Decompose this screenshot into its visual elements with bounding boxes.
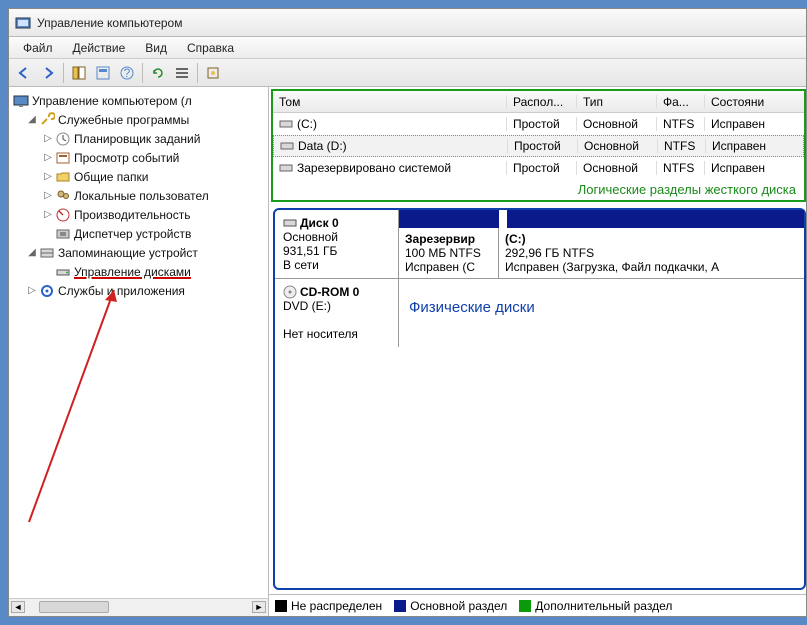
- collapse-icon[interactable]: ◢: [25, 114, 39, 125]
- swatch-primary: [394, 600, 406, 612]
- titlebar[interactable]: Управление компьютером: [9, 9, 806, 37]
- disk-icon: [283, 217, 297, 229]
- swatch-unallocated: [275, 600, 287, 612]
- toolbar: ?: [9, 59, 806, 87]
- list-view-button[interactable]: [171, 62, 193, 84]
- back-button[interactable]: [13, 62, 35, 84]
- tree-utilities[interactable]: ◢ Служебные программы: [11, 110, 268, 129]
- expand-icon[interactable]: ▷: [41, 209, 55, 220]
- menu-help[interactable]: Справка: [177, 39, 244, 57]
- disk0-row[interactable]: Диск 0 Основной 931,51 ГБ В сети Зарезер…: [275, 210, 804, 279]
- expand-icon[interactable]: ▷: [41, 133, 55, 144]
- col-fs[interactable]: Фа...: [657, 95, 705, 109]
- tree-scheduler[interactable]: ▷ Планировщик заданий: [11, 129, 268, 148]
- swatch-extended: [519, 600, 531, 612]
- disk0-partitions: Зарезервир 100 МБ NTFS Исправен (С (C:) …: [399, 210, 804, 278]
- toolbar-separator: [142, 63, 143, 83]
- properties-button[interactable]: [92, 62, 114, 84]
- storage-icon: [39, 245, 55, 261]
- tree-shared[interactable]: ▷ Общие папки: [11, 167, 268, 186]
- app-icon: [15, 15, 31, 31]
- computer-icon: [13, 93, 29, 109]
- scroll-left-icon[interactable]: ◄: [11, 601, 25, 613]
- tree-users[interactable]: ▷ Локальные пользовател: [11, 186, 268, 205]
- disk-graphical-area: Диск 0 Основной 931,51 ГБ В сети Зарезер…: [273, 208, 806, 590]
- tree-root[interactable]: Управление компьютером (л: [11, 91, 268, 110]
- expand-icon[interactable]: ▷: [41, 152, 55, 163]
- disk0-info: Диск 0 Основной 931,51 ГБ В сети: [275, 210, 399, 278]
- services-icon: [39, 283, 55, 299]
- performance-icon: [55, 207, 71, 223]
- sidebar-hscrollbar[interactable]: ◄ ►: [9, 598, 268, 616]
- col-type[interactable]: Тип: [577, 95, 657, 109]
- navigation-tree[interactable]: Управление компьютером (л ◢ Служебные пр…: [9, 87, 268, 598]
- scroll-right-icon[interactable]: ►: [252, 601, 266, 613]
- partition-system-reserved[interactable]: Зарезервир 100 МБ NTFS Исправен (С: [399, 228, 499, 278]
- volume-row[interactable]: Data (D:) Простой Основной NTFS Исправен: [273, 135, 804, 157]
- folder-icon: [55, 169, 71, 185]
- cdrom-info: CD-ROM 0 DVD (E:) Нет носителя: [275, 279, 399, 347]
- menu-action[interactable]: Действие: [63, 39, 136, 57]
- volume-icon: [280, 140, 294, 152]
- svg-text:?: ?: [124, 66, 131, 80]
- forward-button[interactable]: [37, 62, 59, 84]
- volume-list: Том Распол... Тип Фа... Состояни (C:) Пр…: [271, 89, 806, 202]
- help-button[interactable]: ?: [116, 62, 138, 84]
- expand-icon[interactable]: ▷: [25, 285, 39, 296]
- settings-button[interactable]: [202, 62, 224, 84]
- volume-icon: [279, 162, 293, 174]
- tree-diskmgmt[interactable]: Управление дисками: [11, 262, 268, 281]
- event-icon: [55, 150, 71, 166]
- toolbar-separator: [63, 63, 64, 83]
- col-state[interactable]: Состояни: [705, 95, 804, 109]
- toolbar-separator: [197, 63, 198, 83]
- scroll-thumb[interactable]: [39, 601, 109, 613]
- tree-services[interactable]: ▷ Службы и приложения: [11, 281, 268, 300]
- cdrom-row[interactable]: CD-ROM 0 DVD (E:) Нет носителя Физически…: [275, 279, 804, 347]
- volume-header[interactable]: Том Распол... Тип Фа... Состояни: [273, 91, 804, 113]
- expand-icon[interactable]: ▷: [41, 171, 55, 182]
- tree-storage[interactable]: ◢ Запоминающие устройст: [11, 243, 268, 262]
- volume-row[interactable]: Зарезервировано системой Простой Основно…: [273, 157, 804, 179]
- logical-partitions-caption: Логические разделы жесткого диска: [273, 179, 804, 200]
- tools-icon: [39, 112, 55, 128]
- tree-eventviewer[interactable]: ▷ Просмотр событий: [11, 148, 268, 167]
- expand-icon[interactable]: ▷: [41, 190, 55, 201]
- col-volume[interactable]: Том: [273, 95, 507, 109]
- menu-file[interactable]: Файл: [13, 39, 63, 57]
- clock-icon: [55, 131, 71, 147]
- main-panel: Том Распол... Тип Фа... Состояни (C:) Пр…: [269, 87, 806, 616]
- show-hide-tree-button[interactable]: [68, 62, 90, 84]
- volume-icon: [279, 118, 293, 130]
- annotation-arrow: [19, 282, 129, 532]
- col-layout[interactable]: Распол...: [507, 95, 577, 109]
- tree-panel: Управление компьютером (л ◢ Служебные пр…: [9, 87, 269, 616]
- computer-management-window: Управление компьютером Файл Действие Вид…: [8, 8, 807, 617]
- partition-c[interactable]: (C:) 292,96 ГБ NTFS Исправен (Загрузка, …: [499, 228, 804, 278]
- physical-disks-caption: Физические диски: [399, 279, 804, 347]
- tree-devmgr[interactable]: Диспетчер устройств: [11, 224, 268, 243]
- collapse-icon[interactable]: ◢: [25, 247, 39, 258]
- refresh-button[interactable]: [147, 62, 169, 84]
- window-title: Управление компьютером: [37, 16, 182, 30]
- volume-row[interactable]: (C:) Простой Основной NTFS Исправен: [273, 113, 804, 135]
- menubar: Файл Действие Вид Справка: [9, 37, 806, 59]
- legend: Не распределен Основной раздел Дополните…: [269, 594, 806, 616]
- menu-view[interactable]: Вид: [135, 39, 177, 57]
- users-icon: [55, 188, 71, 204]
- content-area: Управление компьютером (л ◢ Служебные пр…: [9, 87, 806, 616]
- cdrom-icon: [283, 285, 297, 299]
- partition-color-bar: [399, 210, 804, 228]
- device-icon: [55, 226, 71, 242]
- tree-perf[interactable]: ▷ Производительность: [11, 205, 268, 224]
- disk-icon: [55, 264, 71, 280]
